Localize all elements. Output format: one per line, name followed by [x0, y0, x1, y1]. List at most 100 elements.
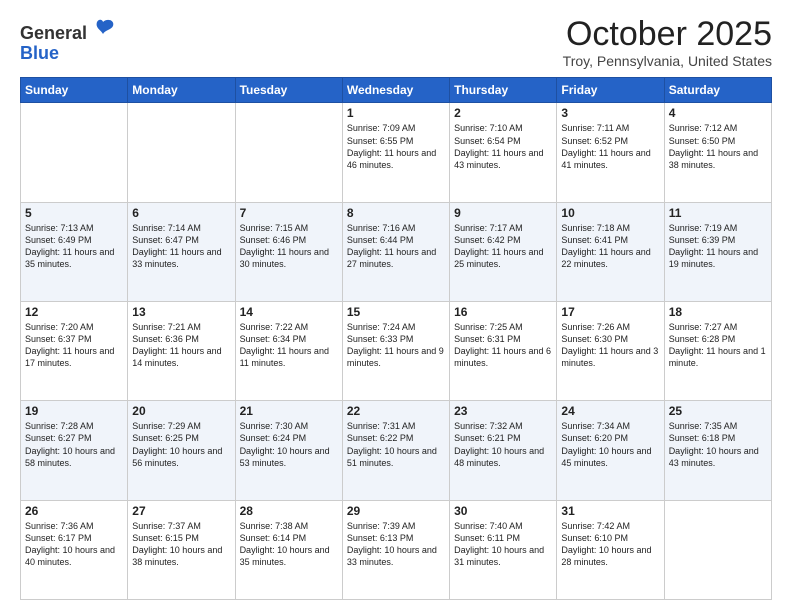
- table-row: 8 Sunrise: 7:16 AM Sunset: 6:44 PM Daylig…: [342, 202, 449, 301]
- table-row: 7 Sunrise: 7:15 AM Sunset: 6:46 PM Daylig…: [235, 202, 342, 301]
- col-friday: Friday: [557, 78, 664, 103]
- col-wednesday: Wednesday: [342, 78, 449, 103]
- table-row: 29Sunrise: 7:39 AM Sunset: 6:13 PM Dayli…: [342, 500, 449, 599]
- table-row: 10 Sunrise: 7:18 AM Sunset: 6:41 PM Dayli…: [557, 202, 664, 301]
- cell-daylight-info: Sunrise: 7:20 AM Sunset: 6:37 PM Dayligh…: [25, 321, 123, 370]
- cell-day-number: 14: [240, 305, 338, 319]
- table-row: 30Sunrise: 7:40 AM Sunset: 6:11 PM Dayli…: [450, 500, 557, 599]
- cell-daylight-info: Sunrise: 7:11 AM Sunset: 6:52 PM Dayligh…: [561, 122, 659, 171]
- cell-daylight-info: Sunrise: 7:19 AM Sunset: 6:39 PM Dayligh…: [669, 222, 767, 271]
- calendar-week-row: 1 Sunrise: 7:09 AM Sunset: 6:55 PM Daylig…: [21, 103, 772, 202]
- cell-daylight-info: Sunrise: 7:39 AM Sunset: 6:13 PM Dayligh…: [347, 520, 445, 569]
- cell-day-number: 7: [240, 206, 338, 220]
- calendar-week-row: 12 Sunrise: 7:20 AM Sunset: 6:37 PM Dayli…: [21, 302, 772, 401]
- calendar-table: Sunday Monday Tuesday Wednesday Thursday…: [20, 77, 772, 600]
- table-row: 12 Sunrise: 7:20 AM Sunset: 6:37 PM Dayli…: [21, 302, 128, 401]
- table-row: [664, 500, 771, 599]
- cell-daylight-info: Sunrise: 7:10 AM Sunset: 6:54 PM Dayligh…: [454, 122, 552, 171]
- location-title: Troy, Pennsylvania, United States: [563, 53, 772, 69]
- cell-daylight-info: Sunrise: 7:38 AM Sunset: 6:14 PM Dayligh…: [240, 520, 338, 569]
- table-row: 23 Sunrise: 7:32 AM Sunset: 6:21 PM Dayli…: [450, 401, 557, 500]
- table-row: 18 Sunrise: 7:27 AM Sunset: 6:28 PM Dayli…: [664, 302, 771, 401]
- cell-daylight-info: Sunrise: 7:34 AM Sunset: 6:20 PM Dayligh…: [561, 420, 659, 469]
- col-thursday: Thursday: [450, 78, 557, 103]
- cell-daylight-info: Sunrise: 7:37 AM Sunset: 6:15 PM Dayligh…: [132, 520, 230, 569]
- table-row: 1 Sunrise: 7:09 AM Sunset: 6:55 PM Daylig…: [342, 103, 449, 202]
- table-row: 6 Sunrise: 7:14 AM Sunset: 6:47 PM Daylig…: [128, 202, 235, 301]
- cell-day-number: 12: [25, 305, 123, 319]
- table-row: 16 Sunrise: 7:25 AM Sunset: 6:31 PM Dayli…: [450, 302, 557, 401]
- cell-day-number: 3: [561, 106, 659, 120]
- table-row: [128, 103, 235, 202]
- calendar-week-row: 19 Sunrise: 7:28 AM Sunset: 6:27 PM Dayli…: [21, 401, 772, 500]
- cell-daylight-info: Sunrise: 7:22 AM Sunset: 6:34 PM Dayligh…: [240, 321, 338, 370]
- col-monday: Monday: [128, 78, 235, 103]
- cell-day-number: 9: [454, 206, 552, 220]
- cell-daylight-info: Sunrise: 7:18 AM Sunset: 6:41 PM Dayligh…: [561, 222, 659, 271]
- cell-day-number: 4: [669, 106, 767, 120]
- cell-daylight-info: Sunrise: 7:13 AM Sunset: 6:49 PM Dayligh…: [25, 222, 123, 271]
- cell-day-number: 21: [240, 404, 338, 418]
- cell-daylight-info: Sunrise: 7:27 AM Sunset: 6:28 PM Dayligh…: [669, 321, 767, 370]
- cell-daylight-info: Sunrise: 7:42 AM Sunset: 6:10 PM Dayligh…: [561, 520, 659, 569]
- cell-day-number: 1: [347, 106, 445, 120]
- table-row: 13Sunrise: 7:21 AM Sunset: 6:36 PM Dayli…: [128, 302, 235, 401]
- cell-day-number: 31: [561, 504, 659, 518]
- table-row: 9Sunrise: 7:17 AM Sunset: 6:42 PM Daylig…: [450, 202, 557, 301]
- table-row: 2Sunrise: 7:10 AM Sunset: 6:54 PM Daylig…: [450, 103, 557, 202]
- table-row: 5 Sunrise: 7:13 AM Sunset: 6:49 PM Daylig…: [21, 202, 128, 301]
- table-row: 11Sunrise: 7:19 AM Sunset: 6:39 PM Dayli…: [664, 202, 771, 301]
- cell-day-number: 25: [669, 404, 767, 418]
- cell-day-number: 24: [561, 404, 659, 418]
- cell-day-number: 23: [454, 404, 552, 418]
- cell-day-number: 30: [454, 504, 552, 518]
- logo-bird-icon: [89, 16, 117, 50]
- calendar-header-row: Sunday Monday Tuesday Wednesday Thursday…: [21, 78, 772, 103]
- col-saturday: Saturday: [664, 78, 771, 103]
- page: General Blue October 2025 Troy, Pennsylv…: [0, 0, 792, 612]
- table-row: 4Sunrise: 7:12 AM Sunset: 6:50 PM Daylig…: [664, 103, 771, 202]
- table-row: 15 Sunrise: 7:24 AM Sunset: 6:33 PM Dayli…: [342, 302, 449, 401]
- table-row: 26 Sunrise: 7:36 AM Sunset: 6:17 PM Dayli…: [21, 500, 128, 599]
- table-row: 3 Sunrise: 7:11 AM Sunset: 6:52 PM Daylig…: [557, 103, 664, 202]
- cell-daylight-info: Sunrise: 7:31 AM Sunset: 6:22 PM Dayligh…: [347, 420, 445, 469]
- table-row: 21 Sunrise: 7:30 AM Sunset: 6:24 PM Dayli…: [235, 401, 342, 500]
- table-row: 14 Sunrise: 7:22 AM Sunset: 6:34 PM Dayli…: [235, 302, 342, 401]
- cell-day-number: 8: [347, 206, 445, 220]
- cell-daylight-info: Sunrise: 7:14 AM Sunset: 6:47 PM Dayligh…: [132, 222, 230, 271]
- cell-day-number: 15: [347, 305, 445, 319]
- cell-daylight-info: Sunrise: 7:28 AM Sunset: 6:27 PM Dayligh…: [25, 420, 123, 469]
- title-block: October 2025 Troy, Pennsylvania, United …: [563, 16, 772, 69]
- calendar-week-row: 5 Sunrise: 7:13 AM Sunset: 6:49 PM Daylig…: [21, 202, 772, 301]
- cell-day-number: 10: [561, 206, 659, 220]
- cell-day-number: 17: [561, 305, 659, 319]
- cell-daylight-info: Sunrise: 7:09 AM Sunset: 6:55 PM Dayligh…: [347, 122, 445, 171]
- cell-daylight-info: Sunrise: 7:16 AM Sunset: 6:44 PM Dayligh…: [347, 222, 445, 271]
- cell-day-number: 19: [25, 404, 123, 418]
- table-row: 22Sunrise: 7:31 AM Sunset: 6:22 PM Dayli…: [342, 401, 449, 500]
- table-row: [235, 103, 342, 202]
- logo-blue-text: Blue: [20, 44, 59, 62]
- table-row: 17Sunrise: 7:26 AM Sunset: 6:30 PM Dayli…: [557, 302, 664, 401]
- col-tuesday: Tuesday: [235, 78, 342, 103]
- cell-day-number: 5: [25, 206, 123, 220]
- cell-day-number: 26: [25, 504, 123, 518]
- cell-daylight-info: Sunrise: 7:29 AM Sunset: 6:25 PM Dayligh…: [132, 420, 230, 469]
- cell-daylight-info: Sunrise: 7:15 AM Sunset: 6:46 PM Dayligh…: [240, 222, 338, 271]
- cell-daylight-info: Sunrise: 7:32 AM Sunset: 6:21 PM Dayligh…: [454, 420, 552, 469]
- table-row: 20Sunrise: 7:29 AM Sunset: 6:25 PM Dayli…: [128, 401, 235, 500]
- cell-day-number: 13: [132, 305, 230, 319]
- cell-day-number: 27: [132, 504, 230, 518]
- cell-day-number: 28: [240, 504, 338, 518]
- table-row: 25Sunrise: 7:35 AM Sunset: 6:18 PM Dayli…: [664, 401, 771, 500]
- col-sunday: Sunday: [21, 78, 128, 103]
- table-row: 31 Sunrise: 7:42 AM Sunset: 6:10 PM Dayli…: [557, 500, 664, 599]
- cell-daylight-info: Sunrise: 7:30 AM Sunset: 6:24 PM Dayligh…: [240, 420, 338, 469]
- cell-daylight-info: Sunrise: 7:25 AM Sunset: 6:31 PM Dayligh…: [454, 321, 552, 370]
- cell-day-number: 16: [454, 305, 552, 319]
- cell-daylight-info: Sunrise: 7:24 AM Sunset: 6:33 PM Dayligh…: [347, 321, 445, 370]
- cell-day-number: 6: [132, 206, 230, 220]
- calendar-week-row: 26 Sunrise: 7:36 AM Sunset: 6:17 PM Dayli…: [21, 500, 772, 599]
- cell-daylight-info: Sunrise: 7:36 AM Sunset: 6:17 PM Dayligh…: [25, 520, 123, 569]
- cell-day-number: 18: [669, 305, 767, 319]
